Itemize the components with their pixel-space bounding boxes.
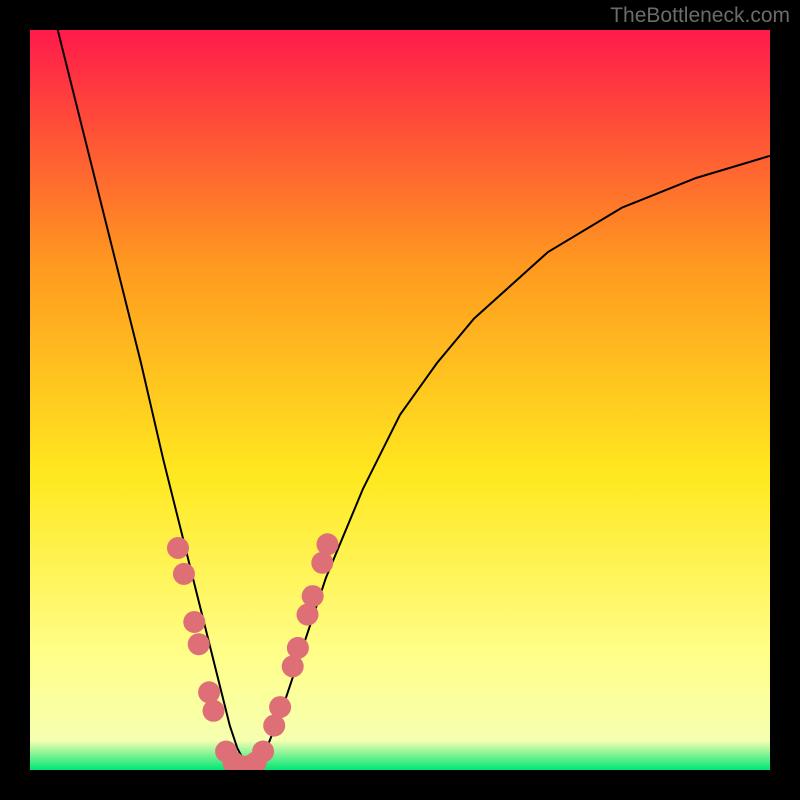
highlight-dot xyxy=(252,741,274,763)
highlight-dot xyxy=(287,637,309,659)
highlight-dot xyxy=(282,655,304,677)
highlight-dot xyxy=(311,552,333,574)
highlight-dot xyxy=(167,537,189,559)
highlight-dot xyxy=(203,700,225,722)
highlight-dot xyxy=(316,533,338,555)
highlight-dot xyxy=(297,604,319,626)
highlight-dot xyxy=(269,696,291,718)
chart-container xyxy=(30,30,770,770)
highlight-dot xyxy=(188,633,210,655)
chart-plot xyxy=(30,30,770,770)
highlight-dots-group xyxy=(167,533,338,770)
highlight-dot xyxy=(198,681,220,703)
bottleneck-curve-line xyxy=(30,30,770,763)
watermark-text: TheBottleneck.com xyxy=(610,4,790,28)
highlight-dot xyxy=(302,585,324,607)
highlight-dot xyxy=(173,563,195,585)
highlight-dot xyxy=(183,611,205,633)
